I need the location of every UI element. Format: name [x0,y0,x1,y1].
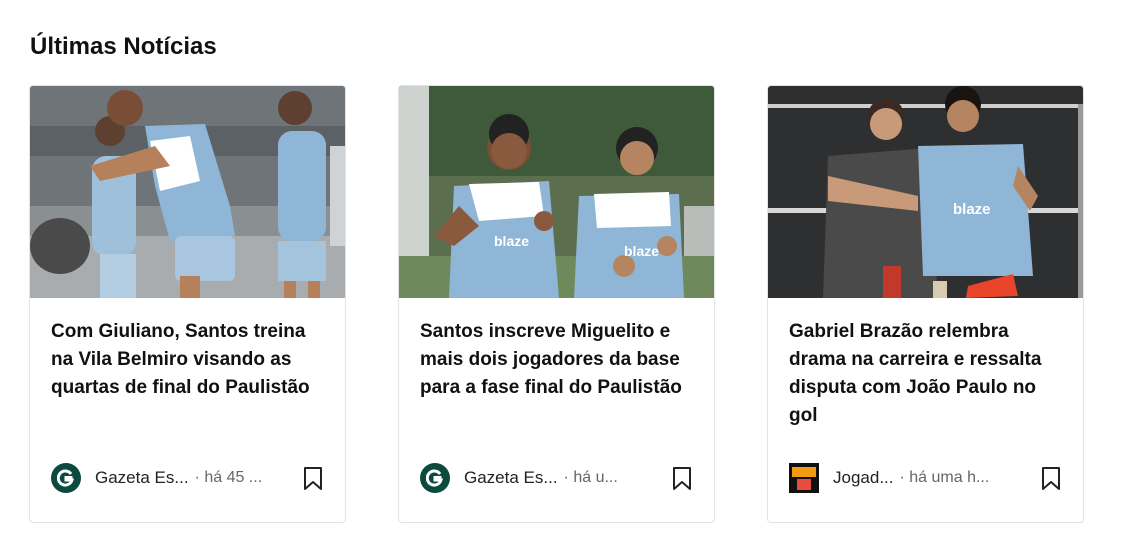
news-meta: Gazeta Es... · há u... [420,461,694,495]
gazeta-logo-icon [51,463,81,493]
news-thumbnail[interactable] [30,86,345,298]
news-time: · há u... [563,469,618,486]
news-source[interactable]: Gazeta Es... [464,468,558,488]
bookmark-button[interactable] [670,464,694,492]
news-headline[interactable]: Com Giuliano, Santos treina na Vila Belm… [51,318,327,402]
bookmark-icon [673,466,691,490]
news-headline[interactable]: Gabriel Brazão relembra drama na carreir… [789,318,1065,430]
bookmark-button[interactable] [301,464,325,492]
jersey-sponsor-text: blaze [494,233,529,249]
news-source[interactable]: Jogad... [833,468,894,488]
news-card[interactable]: blaze Gabriel Brazão relembra drama na c… [767,85,1084,523]
news-time: · há 45 ... [194,469,263,486]
bookmark-icon [304,466,322,490]
jersey-sponsor-text: blaze [624,243,659,259]
bookmark-button[interactable] [1039,464,1063,492]
news-thumbnail[interactable]: blaze blaze [399,86,714,298]
news-headline[interactable]: Santos inscreve Miguelito e mais dois jo… [420,318,696,402]
gazeta-logo-icon [420,463,450,493]
news-thumbnail[interactable]: blaze [768,86,1083,298]
jogada10-logo-icon [789,463,819,493]
news-source[interactable]: Gazeta Es... [95,468,189,488]
section-title: Últimas Notícias [30,33,217,60]
news-card[interactable]: blaze blaze Santos inscreve Miguelito e … [398,85,715,523]
news-card[interactable]: Com Giuliano, Santos treina na Vila Belm… [29,85,346,523]
jersey-sponsor-text: blaze [953,201,991,218]
news-time: · há uma h... [899,469,990,486]
news-meta: Jogad... · há uma h... [789,461,1063,495]
news-meta: Gazeta Es... · há 45 ... [51,461,325,495]
bookmark-icon [1042,466,1060,490]
